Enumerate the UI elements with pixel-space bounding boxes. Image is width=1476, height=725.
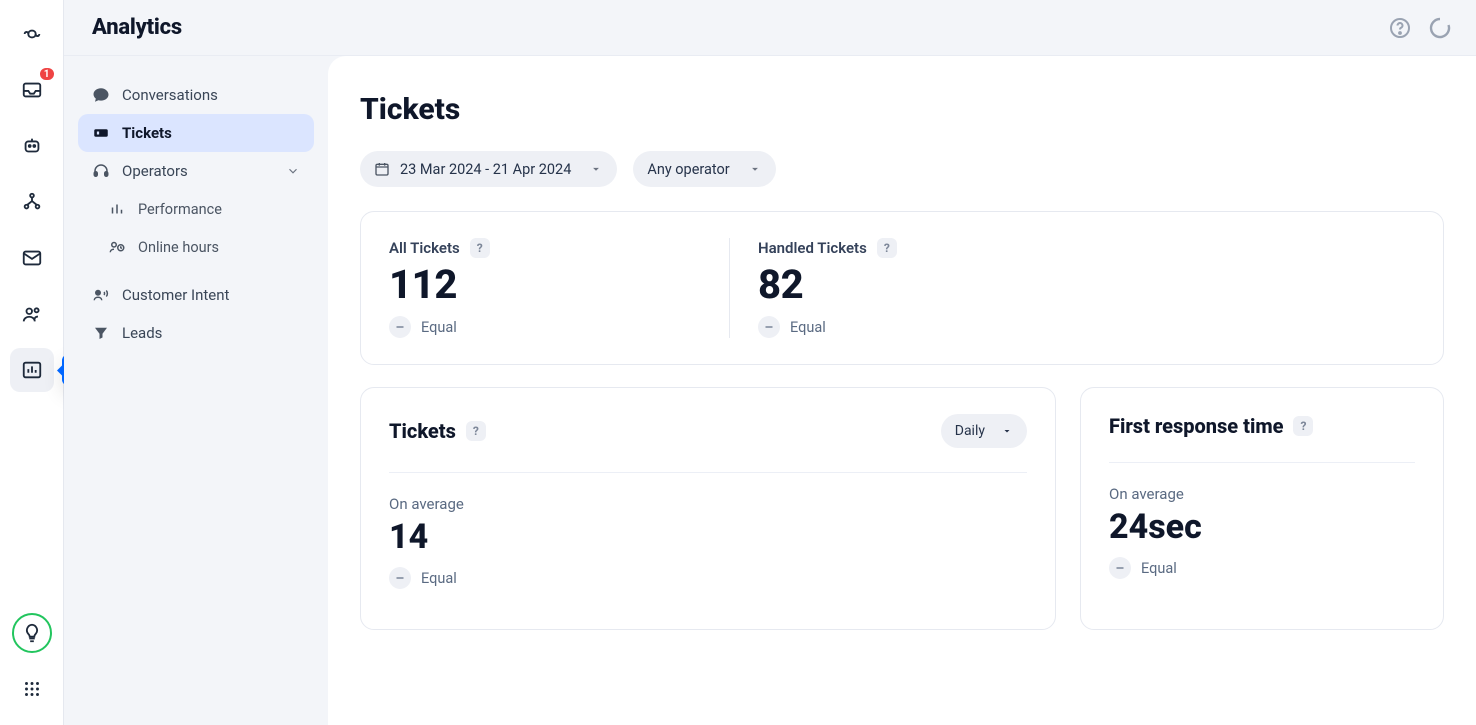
clock-user-icon — [108, 238, 126, 256]
rail-inbox[interactable]: 1 — [10, 68, 54, 112]
rail-contacts[interactable] — [10, 292, 54, 336]
sidebar: Conversations Tickets Operators Performa… — [64, 56, 328, 725]
divider — [389, 472, 1027, 473]
date-range-picker[interactable]: 23 Mar 2024 - 21 Apr 2024 — [360, 151, 617, 187]
trend-equal-icon — [758, 316, 780, 338]
trend-equal-icon — [389, 316, 411, 338]
flow-icon — [21, 191, 43, 213]
section-title: Tickets — [360, 92, 1444, 127]
bulb-icon — [21, 622, 43, 644]
apps-grid-icon — [21, 678, 43, 700]
summary-stats: All Tickets ? 112 Equal Handled Tickets … — [360, 211, 1444, 365]
trend-label: Equal — [421, 570, 457, 587]
analytics-icon — [21, 359, 43, 381]
sidebar-label: Customer Intent — [122, 286, 229, 304]
rail-home[interactable] — [10, 12, 54, 56]
help-tip[interactable]: ? — [466, 421, 486, 441]
inbox-icon — [21, 79, 43, 101]
help-circle-icon — [1388, 16, 1412, 40]
date-range-label: 23 Mar 2024 - 21 Apr 2024 — [400, 161, 571, 178]
caret-down-icon — [748, 162, 762, 176]
rail-analytics[interactable]: ANALYTICS — [10, 348, 54, 392]
rail-bot[interactable] — [10, 124, 54, 168]
avg-value: 14 — [389, 517, 1027, 557]
knot-icon — [21, 23, 43, 45]
stat-value: 82 — [758, 264, 1041, 306]
headset-icon — [92, 162, 110, 180]
sidebar-item-customer-intent[interactable]: Customer Intent — [78, 276, 314, 314]
sidebar-label: Tickets — [122, 124, 172, 142]
trend-label: Equal — [1141, 560, 1177, 577]
mail-icon — [21, 247, 43, 269]
rail-flows[interactable] — [10, 180, 54, 224]
funnel-icon — [92, 324, 110, 342]
help-tip[interactable]: ? — [1293, 416, 1313, 436]
help-button[interactable] — [1388, 16, 1412, 40]
operator-filter-label: Any operator — [647, 161, 729, 178]
avg-value: 24sec — [1109, 507, 1415, 547]
sidebar-label: Online hours — [138, 239, 219, 256]
card-title: First response time — [1109, 414, 1283, 438]
sidebar-label: Leads — [122, 324, 162, 342]
icon-rail: 1 ANALYTICS — [0, 0, 64, 725]
rail-apps[interactable] — [10, 667, 54, 711]
contacts-icon — [21, 303, 43, 325]
chevron-down-icon — [286, 164, 300, 178]
rail-hints[interactable] — [10, 611, 54, 655]
bot-icon — [21, 135, 43, 157]
trend-equal-icon — [389, 567, 411, 589]
card-tickets: Tickets ? Daily On average 14 Equal — [360, 387, 1056, 630]
sidebar-item-tickets[interactable]: Tickets — [78, 114, 314, 152]
sidebar-item-operators[interactable]: Operators — [78, 152, 314, 190]
stat-all-tickets: All Tickets ? 112 Equal — [389, 238, 729, 338]
trend-equal-icon — [1109, 557, 1131, 579]
sidebar-label: Operators — [122, 162, 188, 180]
main-content: Tickets 23 Mar 2024 - 21 Apr 2024 Any op… — [328, 56, 1476, 725]
chat-bubble-icon — [92, 86, 110, 104]
page-title: Analytics — [92, 15, 182, 40]
help-tip[interactable]: ? — [877, 238, 897, 258]
sidebar-label: Conversations — [122, 86, 218, 104]
stat-value: 112 — [389, 264, 701, 306]
operator-filter[interactable]: Any operator — [633, 151, 775, 187]
sidebar-item-leads[interactable]: Leads — [78, 314, 314, 352]
sidebar-label: Performance — [138, 201, 222, 218]
header: Analytics — [64, 0, 1476, 56]
rail-mail[interactable] — [10, 236, 54, 280]
sync-button[interactable] — [1428, 16, 1452, 40]
card-row: Tickets ? Daily On average 14 Equal — [360, 387, 1444, 630]
ticket-icon — [92, 124, 110, 142]
caret-down-icon — [589, 162, 603, 176]
sidebar-item-online-hours[interactable]: Online hours — [94, 228, 314, 266]
avg-label: On average — [1109, 485, 1415, 503]
trend-label: Equal — [421, 319, 457, 336]
divider — [1109, 462, 1415, 463]
stat-label: All Tickets — [389, 239, 460, 257]
inbox-badge: 1 — [38, 66, 56, 82]
sidebar-item-performance[interactable]: Performance — [94, 190, 314, 228]
granularity-label: Daily — [955, 423, 985, 439]
sync-icon — [1428, 16, 1452, 40]
sidebar-item-conversations[interactable]: Conversations — [78, 76, 314, 114]
calendar-icon — [374, 161, 390, 177]
stat-handled-tickets: Handled Tickets ? 82 Equal — [729, 238, 1069, 338]
avg-label: On average — [389, 495, 1027, 513]
stat-label: Handled Tickets — [758, 239, 867, 257]
help-tip[interactable]: ? — [470, 238, 490, 258]
bars-icon — [108, 200, 126, 218]
voice-icon — [92, 286, 110, 304]
trend-label: Equal — [790, 319, 826, 336]
filters: 23 Mar 2024 - 21 Apr 2024 Any operator — [360, 151, 1444, 187]
card-first-response: First response time ? On average 24sec E… — [1080, 387, 1444, 630]
card-title: Tickets — [389, 419, 456, 443]
caret-down-icon — [1001, 425, 1013, 437]
granularity-select[interactable]: Daily — [941, 414, 1027, 448]
